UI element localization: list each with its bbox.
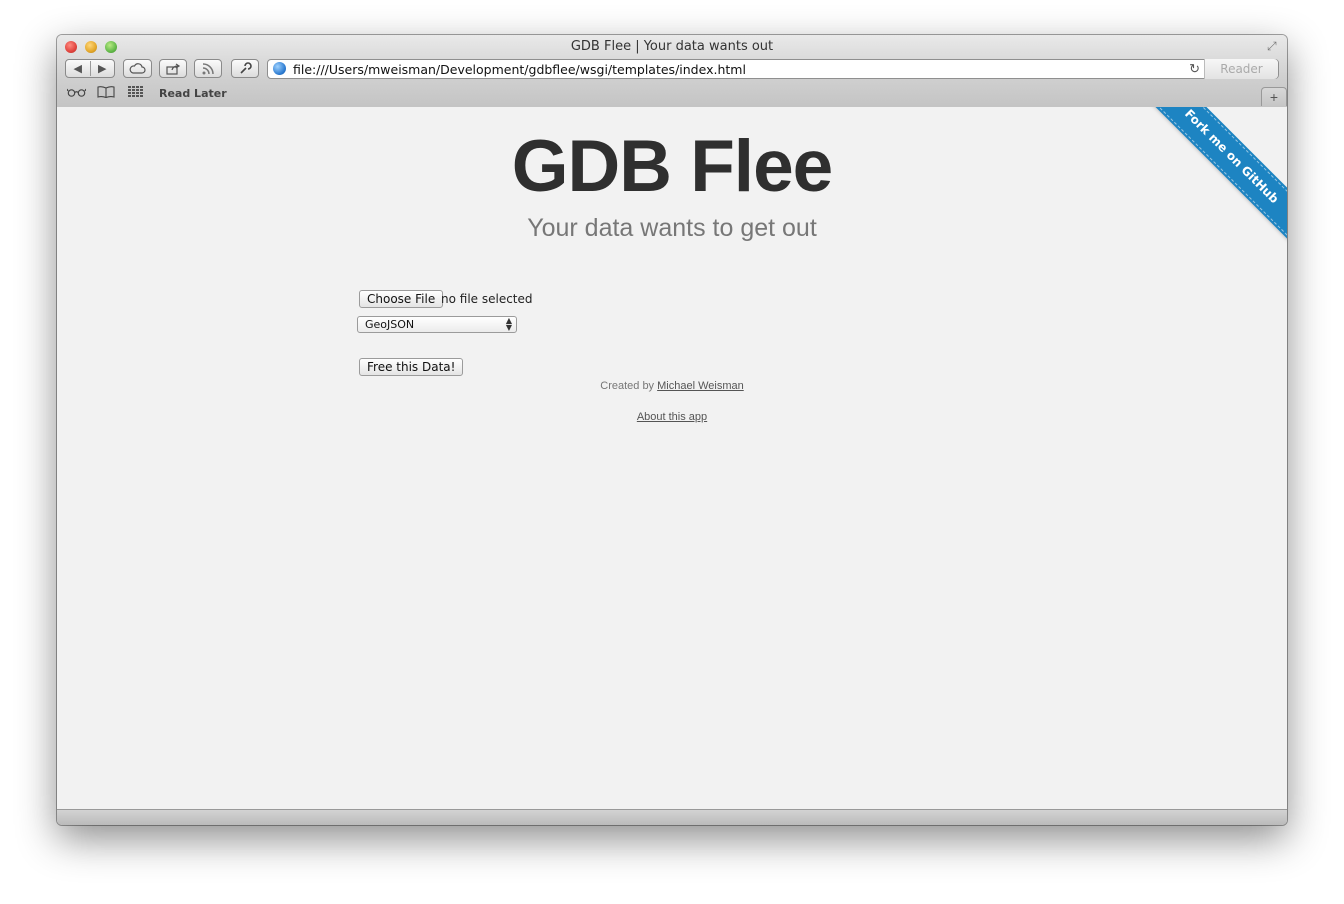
bookmarks-icon[interactable] [97, 86, 115, 101]
wrench-icon [239, 62, 252, 74]
reload-icon[interactable]: ↻ [1189, 61, 1200, 77]
icloud-tabs-button[interactable] [123, 59, 152, 78]
new-tab-button[interactable]: + [1261, 87, 1287, 106]
url-field[interactable]: file:///Users/mweisman/Development/gdbfl… [293, 62, 746, 77]
choose-file-button[interactable]: Choose File [359, 290, 444, 308]
rss-button[interactable] [194, 59, 222, 78]
tools-button[interactable] [231, 59, 259, 78]
window-title: GDB Flee | Your data wants out [570, 39, 774, 54]
share-icon [165, 63, 180, 75]
page-subtitle: Your data wants to get out [527, 214, 817, 242]
reader-button[interactable]: Reader [1204, 59, 1278, 79]
cloud-icon [129, 63, 146, 74]
back-icon[interactable]: ◀ [66, 62, 90, 75]
file-status-text: no file selected [441, 292, 533, 306]
output-format-select[interactable]: GeoJSON ▲ ▼ [357, 316, 517, 333]
credit-line: Created by Michael Weisman [57, 380, 1287, 392]
back-forward-buttons: ◀ ▶ [65, 59, 115, 78]
credit-prefix: Created by [600, 380, 655, 392]
rss-icon [202, 62, 214, 74]
browser-chrome: GDB Flee | Your data wants out ⤢ ◀ ▶ fil… [57, 35, 1287, 108]
browser-window: GDB Flee | Your data wants out ⤢ ◀ ▶ fil… [57, 35, 1287, 825]
page-content: Fork me on GitHub GDB Flee Your data wan… [57, 107, 1287, 809]
select-arrows-icon: ▲ ▼ [505, 316, 512, 332]
about-link[interactable]: About this app [57, 411, 1287, 423]
reading-list-icon[interactable] [66, 86, 87, 100]
format-selected-value: GeoJSON [365, 318, 415, 331]
read-later-bookmark[interactable]: Read Later [159, 87, 227, 100]
globe-icon [273, 62, 286, 75]
page-title: GDB Flee [511, 126, 834, 207]
fullscreen-icon[interactable]: ⤢ [1267, 39, 1281, 53]
address-bar[interactable]: file:///Users/mweisman/Development/gdbfl… [267, 59, 1279, 79]
top-sites-icon[interactable] [128, 86, 143, 100]
status-bar [57, 809, 1287, 825]
forward-icon[interactable]: ▶ [91, 62, 115, 75]
share-button[interactable] [159, 59, 187, 78]
author-link[interactable]: Michael Weisman [657, 380, 744, 392]
free-data-button[interactable]: Free this Data! [359, 358, 464, 376]
